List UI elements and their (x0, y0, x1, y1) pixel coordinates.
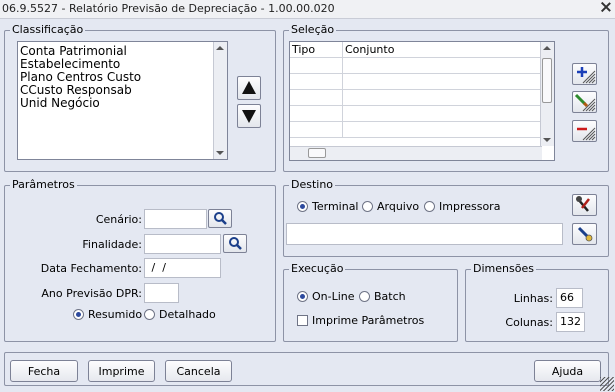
colunas-input[interactable]: 132 (556, 312, 585, 332)
impressora-label[interactable]: Impressora (439, 200, 500, 213)
table-row[interactable] (290, 57, 542, 74)
arquivo-radio[interactable] (362, 201, 373, 212)
finalidade-zoom-button[interactable] (223, 234, 247, 253)
resumido-radio[interactable] (73, 309, 84, 320)
linhas-input[interactable]: 66 (556, 288, 583, 308)
scroll-up-icon[interactable] (543, 46, 551, 50)
resize-grip-icon[interactable] (600, 377, 614, 391)
config-button[interactable] (572, 194, 597, 216)
imprime-parametros-label[interactable]: Imprime Parâmetros (312, 314, 424, 327)
imprime-button[interactable]: Imprime (88, 360, 155, 382)
title-bar: 06.9.5527 - Relatório Previsão de Deprec… (0, 0, 615, 19)
search-icon (229, 237, 242, 250)
imprime-parametros-checkbox[interactable] (297, 315, 308, 326)
scroll-thumb[interactable] (542, 58, 552, 103)
parametros-group: Parâmetros Cenário: Finalidade: Data Fec… (4, 178, 276, 342)
linhas-label: Linhas: (513, 292, 553, 305)
detalhado-radio[interactable] (144, 309, 155, 320)
table-row[interactable] (290, 121, 542, 138)
arquivo-label[interactable]: Arquivo (377, 200, 419, 213)
cancela-button[interactable]: Cancela (165, 360, 232, 382)
scroll-up-icon[interactable] (216, 46, 224, 50)
selecao-table: Tipo Conjunto (290, 42, 542, 138)
destino-group: Destino Terminal Arquivo Impressora (283, 178, 609, 257)
destino-legend: Destino (289, 178, 336, 191)
dimensoes-legend: Dimensões (471, 262, 536, 275)
hscroll-thumb[interactable] (308, 148, 326, 158)
add-icon (577, 67, 596, 84)
data-fechamento-input[interactable]: / / (144, 258, 221, 278)
remove-icon (577, 127, 596, 141)
batch-label[interactable]: Batch (374, 290, 406, 303)
cenario-input[interactable] (144, 209, 207, 229)
scroll-down-icon[interactable] (216, 151, 224, 155)
online-label[interactable]: On-Line (312, 290, 355, 303)
list-scrollbar[interactable] (213, 42, 227, 159)
classificacao-legend: Classificação (10, 23, 86, 36)
remove-button[interactable] (572, 120, 597, 142)
dimensoes-group: Dimensões Linhas: 66 Colunas: 132 (465, 262, 609, 342)
grid-vscrollbar[interactable] (540, 42, 554, 146)
window-title: 06.9.5527 - Relatório Previsão de Deprec… (2, 2, 335, 15)
colunas-label: Colunas: (505, 316, 553, 329)
table-row[interactable] (290, 73, 542, 90)
ajuda-button[interactable]: Ajuda (534, 360, 601, 382)
edit-button[interactable] (572, 91, 597, 113)
file-browse-button[interactable] (572, 223, 597, 245)
impressora-radio[interactable] (424, 201, 435, 212)
terminal-radio[interactable] (297, 201, 308, 212)
classificacao-group: Classificação Conta Patrimonial Estabele… (4, 23, 276, 172)
resumido-label[interactable]: Resumido (88, 308, 142, 321)
selecao-group: Seleção Tipo Conjunto (283, 23, 609, 172)
destino-path-input[interactable] (286, 223, 563, 245)
fecha-button[interactable]: Fecha (10, 360, 78, 382)
move-up-button[interactable] (237, 76, 261, 100)
add-button[interactable] (572, 63, 597, 85)
detalhado-label[interactable]: Detalhado (159, 308, 216, 321)
ano-previsao-label: Ano Previsão DPR: (41, 287, 142, 300)
selecao-legend: Seleção (289, 23, 337, 36)
column-header-tipo[interactable]: Tipo (290, 42, 343, 58)
online-radio[interactable] (297, 291, 308, 302)
classificacao-list[interactable]: Conta Patrimonial Estabelecimento Plano … (17, 41, 228, 160)
list-item[interactable]: Unid Negócio (18, 97, 227, 110)
column-header-conjunto[interactable]: Conjunto (342, 42, 542, 58)
arrow-up-icon (242, 81, 256, 94)
close-icon[interactable] (600, 1, 611, 12)
execucao-group: Execução On-Line Batch Imprime Parâmetro… (283, 262, 458, 342)
table-row[interactable] (290, 105, 542, 122)
scroll-down-icon[interactable] (543, 138, 551, 142)
selecao-grid[interactable]: Tipo Conjunto (289, 41, 555, 161)
grid-hscrollbar[interactable] (290, 146, 542, 160)
search-icon (214, 212, 227, 225)
pen-icon (577, 226, 593, 242)
cenario-zoom-button[interactable] (208, 209, 232, 228)
terminal-label[interactable]: Terminal (312, 200, 359, 213)
move-down-button[interactable] (237, 104, 261, 128)
edit-icon (574, 93, 596, 112)
batch-radio[interactable] (359, 291, 370, 302)
tools-icon (576, 196, 590, 212)
ano-previsao-input[interactable] (144, 283, 179, 303)
data-fechamento-label: Data Fechamento: (40, 262, 142, 275)
execucao-legend: Execução (289, 262, 346, 275)
table-row[interactable] (290, 89, 542, 106)
finalidade-input[interactable] (144, 234, 221, 254)
finalidade-label: Finalidade: (82, 238, 142, 251)
parametros-legend: Parâmetros (10, 178, 77, 191)
cenario-label: Cenário: (95, 213, 142, 226)
arrow-down-icon (242, 110, 256, 123)
